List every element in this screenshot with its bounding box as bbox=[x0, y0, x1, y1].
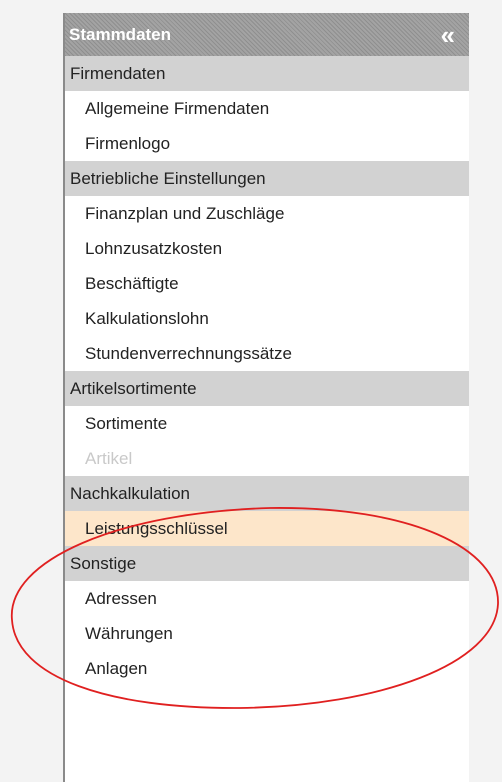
sidebar-item-lohnzusatzkosten[interactable]: Lohnzusatzkosten bbox=[65, 231, 469, 266]
group-title-sonstige: Sonstige bbox=[65, 546, 469, 581]
sidebar-item-waehrungen[interactable]: Währungen bbox=[65, 616, 469, 651]
sidebar-item-sortimente[interactable]: Sortimente bbox=[65, 406, 469, 441]
group-title-nachkalkulation: Nachkalkulation bbox=[65, 476, 469, 511]
sidebar-header: Stammdaten « bbox=[65, 13, 469, 56]
sidebar-item-finanzplan[interactable]: Finanzplan und Zuschläge bbox=[65, 196, 469, 231]
sidebar-item-stundenverrechnungssaetze[interactable]: Stundenverrechnungssätze bbox=[65, 336, 469, 371]
group-title-betriebliche-einstellungen: Betriebliche Einstellungen bbox=[65, 161, 469, 196]
sidebar-item-kalkulationslohn[interactable]: Kalkulationslohn bbox=[65, 301, 469, 336]
group-title-artikelsortimente: Artikelsortimente bbox=[65, 371, 469, 406]
sidebar-item-adressen[interactable]: Adressen bbox=[65, 581, 469, 616]
sidebar-panel: Stammdaten « Firmendaten Allgemeine Firm… bbox=[63, 13, 469, 782]
sidebar-item-anlagen[interactable]: Anlagen bbox=[65, 651, 469, 686]
sidebar-item-leistungsschluessel[interactable]: Leistungsschlüssel bbox=[65, 511, 469, 546]
sidebar-title: Stammdaten bbox=[69, 24, 172, 44]
sidebar-item-artikel: Artikel bbox=[85, 448, 133, 468]
group-title-firmendaten: Firmendaten bbox=[65, 56, 469, 91]
sidebar-item-beschaeftigte[interactable]: Beschäftigte bbox=[65, 266, 469, 301]
sidebar-item-firmenlogo[interactable]: Firmenlogo bbox=[65, 126, 469, 161]
sidebar-item-allgemeine-firmendaten[interactable]: Allgemeine Firmendaten bbox=[65, 91, 469, 126]
collapse-icon[interactable]: « bbox=[441, 22, 455, 48]
